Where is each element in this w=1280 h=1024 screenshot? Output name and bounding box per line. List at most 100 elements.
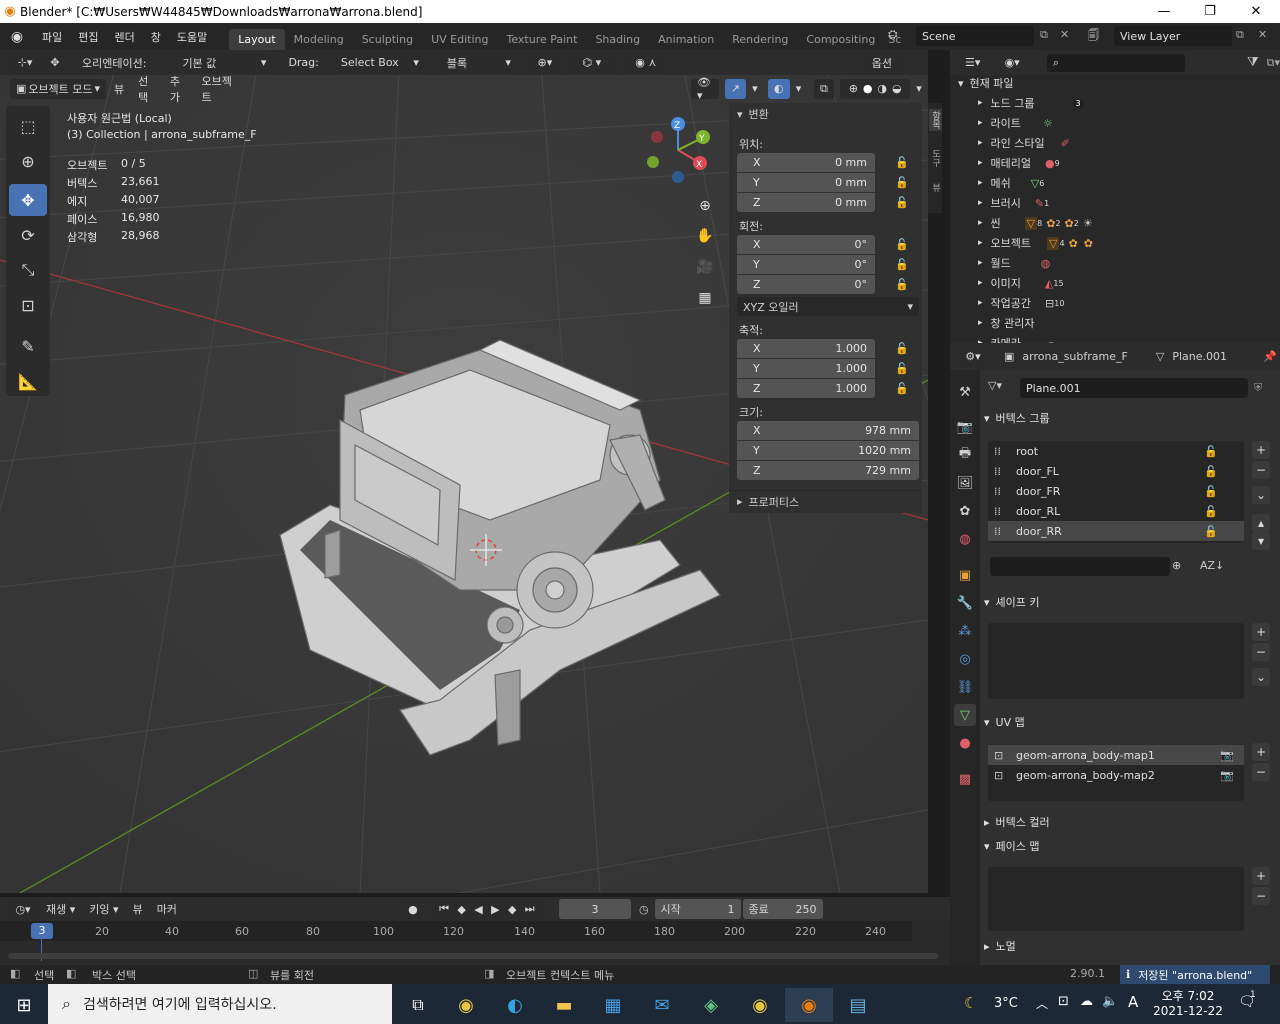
lock-icon[interactable]: 🔓 xyxy=(1204,445,1218,458)
chevron-right-icon[interactable]: ▸ xyxy=(978,258,983,268)
visibility-icon[interactable]: 👁▾ xyxy=(690,76,719,102)
list-item[interactable]: ⁞⁞ door_RL 🔓 xyxy=(988,501,1244,521)
playhead[interactable]: 3 xyxy=(31,923,53,939)
chevron-down-icon[interactable]: ▾ xyxy=(748,79,762,99)
timeline-scrollbar[interactable] xyxy=(8,953,938,959)
lock-icon[interactable]: 🔓 xyxy=(895,278,909,291)
chrome-icon[interactable]: ◉ xyxy=(442,988,490,1022)
store-icon[interactable]: ▦ xyxy=(589,988,637,1022)
list-item[interactable]: ⁞⁞ door_FL 🔓 xyxy=(988,461,1244,481)
play-icon[interactable]: ▶ xyxy=(491,903,499,916)
move-tool-icon[interactable]: ✥ xyxy=(9,184,47,216)
menu-help[interactable]: 도움말 xyxy=(169,29,215,45)
task-view-icon[interactable]: ⧉ xyxy=(394,988,442,1022)
outliner-editor-type-icon[interactable]: ☰▾ xyxy=(958,52,988,73)
cursor-tool-icon[interactable]: ⊕ xyxy=(9,145,47,177)
measure-tool-icon[interactable]: 📐 xyxy=(9,365,47,397)
rotation-y-field[interactable]: Y 0° xyxy=(737,255,875,274)
active-render-camera-icon[interactable]: 📷 xyxy=(1220,749,1234,762)
dimension-z-field[interactable]: Z 729 mm xyxy=(737,461,919,480)
scale-tool-icon[interactable]: ⤡ xyxy=(9,254,47,286)
modifier-tab-icon[interactable]: 🔧 xyxy=(954,592,976,614)
scene-tab-icon[interactable]: ✿ xyxy=(954,500,976,522)
chevron-right-icon[interactable]: ▸ xyxy=(978,278,983,288)
tab-modeling[interactable]: Modeling xyxy=(285,29,353,50)
navigation-gizmo[interactable]: Z X Y xyxy=(640,112,720,192)
menu-file[interactable]: 파일 xyxy=(34,29,70,45)
lock-icon[interactable]: 🔓 xyxy=(1204,505,1218,518)
shape-keys-list[interactable] xyxy=(988,623,1244,699)
maximize-button[interactable]: ❐ xyxy=(1187,0,1233,23)
move-down-button[interactable]: ▾ xyxy=(1252,532,1270,550)
orthographic-grid-icon[interactable]: ▦ xyxy=(691,284,719,312)
lock-icon[interactable]: 🔓 xyxy=(895,156,909,169)
face-maps-panel-header[interactable]: ▾ 페이스 맵 xyxy=(984,835,1276,857)
scale-x-field[interactable]: X 1.000 xyxy=(737,339,875,358)
timeline-editor-type-icon[interactable]: ◷▾ xyxy=(8,899,38,919)
mesh-data-tab-icon[interactable]: ▽ xyxy=(954,704,976,726)
dimension-y-field[interactable]: Y 1020 mm xyxy=(737,441,919,460)
outliner-search-input[interactable]: ⌕ xyxy=(1046,53,1185,72)
shape-key-menu-button[interactable]: ⌄ xyxy=(1252,668,1270,686)
timeline-area[interactable]: 20 40 60 80 100 120 140 160 180 200 220 … xyxy=(0,921,950,965)
output-tab-icon[interactable]: 🖶 xyxy=(954,444,976,466)
chevron-right-icon[interactable]: ▸ xyxy=(978,298,983,308)
mesh-data-icon[interactable]: ▽▾ xyxy=(988,379,1002,392)
clock-time[interactable]: 오후 7:02 xyxy=(1160,987,1216,1004)
list-item[interactable]: ⊡ geom-arrona_body-map2 📷 xyxy=(988,765,1244,785)
end-frame-field[interactable]: 종료 250 xyxy=(742,899,823,919)
tab-tool[interactable]: 도구 xyxy=(929,149,942,167)
transform-tool-icon[interactable]: ⊡ xyxy=(9,289,47,321)
next-keyframe-icon[interactable]: ◆ xyxy=(508,903,516,916)
list-item[interactable]: ▸ 라이트 ☼ xyxy=(950,113,1280,133)
volume-icon[interactable]: 🔈 xyxy=(1102,994,1118,1009)
list-item[interactable]: ▸ 창 관리자 xyxy=(950,313,1280,333)
chevron-right-icon[interactable]: ▸ xyxy=(978,218,983,228)
ime-indicator[interactable]: A xyxy=(1128,993,1138,1011)
tray-chevron-icon[interactable]: ︿ xyxy=(1036,995,1048,1012)
marker-menu[interactable]: 마커 xyxy=(151,899,183,919)
wireframe-shading-icon[interactable]: ⊕ xyxy=(849,82,858,95)
location-z-field[interactable]: Z0 mm xyxy=(737,193,875,212)
chevron-right-icon[interactable]: ▸ xyxy=(978,318,983,328)
chevron-down-icon[interactable]: ▾ xyxy=(958,77,964,90)
rotation-z-field[interactable]: Z 0° xyxy=(737,275,875,294)
tab-texture-paint[interactable]: Texture Paint xyxy=(497,29,586,50)
vertex-group-filter-input[interactable] xyxy=(990,557,1170,576)
view-menu[interactable]: 뷰 xyxy=(108,79,130,99)
view-menu[interactable]: 뷰 xyxy=(127,899,149,919)
scene-selector[interactable]: Scene xyxy=(916,26,1034,46)
playback-menu[interactable]: 재생 ▾ xyxy=(40,899,81,919)
display-mode-icon[interactable]: ◉▾ xyxy=(995,53,1028,73)
render-camera-icon[interactable]: 📷 xyxy=(1220,769,1234,782)
current-frame-field[interactable]: 3 xyxy=(558,899,631,919)
lock-icon[interactable]: 🔓 xyxy=(895,196,909,209)
add-shape-key-button[interactable]: + xyxy=(1252,623,1270,641)
mail-icon[interactable]: ✉ xyxy=(638,988,686,1022)
list-item[interactable]: ⊡ geom-arrona_body-map1 📷 xyxy=(988,745,1244,765)
object-menu[interactable]: 오브젝트 xyxy=(196,75,243,104)
tab-animation[interactable]: Animation xyxy=(649,29,723,50)
outliner-root[interactable]: ▾ 현재 파일 xyxy=(950,73,1280,93)
chevron-right-icon[interactable]: ▸ xyxy=(978,178,983,188)
remove-uv-map-button[interactable]: − xyxy=(1252,763,1270,781)
transform-tool-icon[interactable]: ✥ xyxy=(42,52,68,73)
pin-icon[interactable]: 📌 xyxy=(1263,350,1277,363)
calculator-icon[interactable]: ▤ xyxy=(834,988,882,1022)
vertex-group-menu-button[interactable]: ⌄ xyxy=(1252,486,1270,504)
tab-sculpting[interactable]: Sculpting xyxy=(353,29,422,50)
menu-render[interactable]: 렌더 xyxy=(107,29,143,45)
dimension-x-field[interactable]: X 978 mm xyxy=(737,421,919,440)
clock-icon[interactable]: ◷ xyxy=(639,903,649,916)
lock-icon[interactable]: 🔓 xyxy=(895,342,909,355)
move-up-button[interactable]: ▴ xyxy=(1252,514,1270,532)
add-uv-map-button[interactable]: + xyxy=(1252,743,1270,761)
drag-dropdown[interactable]: Select Box ▾ xyxy=(334,52,425,73)
start-frame-field[interactable]: 시작 1 xyxy=(654,899,741,919)
edge-icon[interactable]: ◐ xyxy=(491,988,539,1022)
pivot-dropdown[interactable]: 블록 ▾ xyxy=(440,52,517,73)
normals-panel-header[interactable]: ▸ 노멀 xyxy=(984,935,1276,957)
list-item[interactable]: ▸ 메쉬 ▽ 6 xyxy=(950,173,1280,193)
properties-panel-header[interactable]: ▸ 프로퍼티스 xyxy=(729,490,922,512)
mesh-datablock-field[interactable]: Plane.001 xyxy=(1020,378,1248,398)
